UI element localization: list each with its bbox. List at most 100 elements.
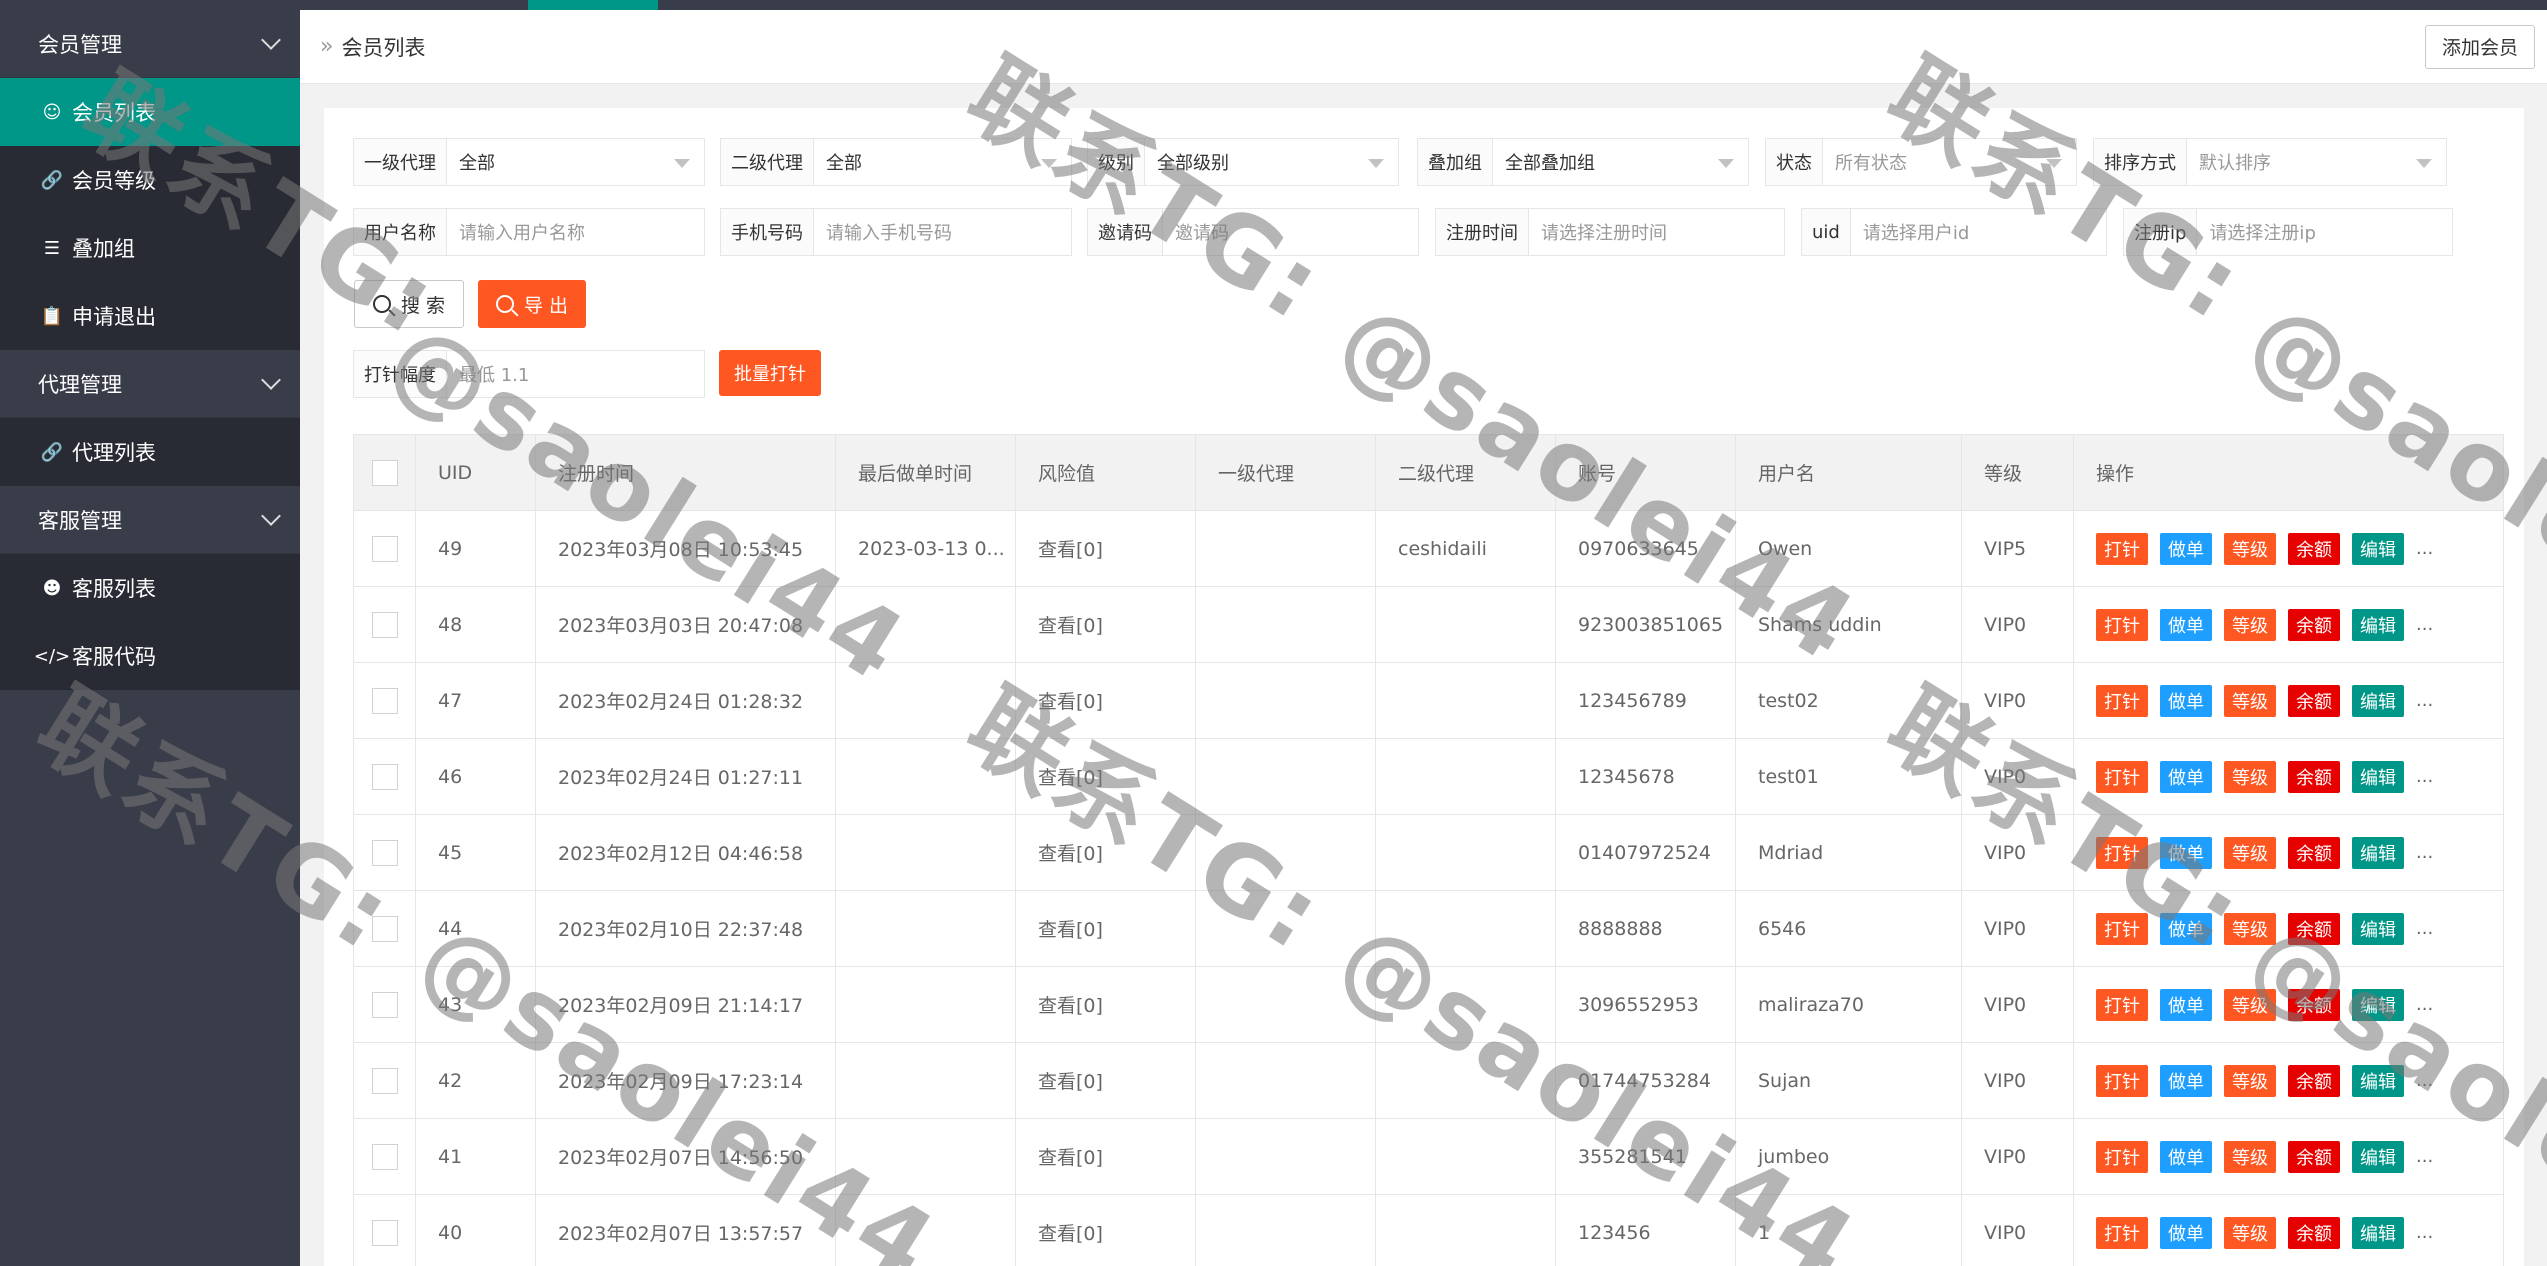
inject-button[interactable]: 打针 (2096, 684, 2148, 717)
risk-link[interactable]: 查看[0] (1015, 1042, 1196, 1119)
status-select[interactable]: 状态 所有状态 (1765, 138, 2077, 186)
order-button[interactable]: 做单 (2160, 760, 2212, 793)
balance-button[interactable]: 余额 (2288, 760, 2340, 793)
level-button[interactable]: 等级 (2224, 760, 2276, 793)
balance-button[interactable]: 余额 (2288, 1064, 2340, 1097)
batch-inject-button[interactable]: 批量打针 (719, 350, 821, 396)
balance-button[interactable]: 余额 (2288, 532, 2340, 565)
more-actions[interactable]: ... (2416, 538, 2433, 559)
order-button[interactable]: 做单 (2160, 1216, 2212, 1249)
sidebar-item-agent-list[interactable]: 🔗 代理列表 (0, 418, 300, 486)
edit-button[interactable]: 编辑 (2352, 1064, 2404, 1097)
inject-button[interactable]: 打针 (2096, 760, 2148, 793)
row-checkbox[interactable] (371, 611, 398, 638)
row-checkbox[interactable] (371, 839, 398, 866)
level-button[interactable]: 等级 (2224, 1064, 2276, 1097)
balance-button[interactable]: 余额 (2288, 988, 2340, 1021)
row-checkbox[interactable] (371, 1067, 398, 1094)
edit-button[interactable]: 编辑 (2352, 532, 2404, 565)
order-button[interactable]: 做单 (2160, 532, 2212, 565)
balance-button[interactable]: 余额 (2288, 1140, 2340, 1173)
balance-button[interactable]: 余额 (2288, 1216, 2340, 1249)
order-button[interactable]: 做单 (2160, 912, 2212, 945)
inject-button[interactable]: 打针 (2096, 608, 2148, 641)
inject-button[interactable]: 打针 (2096, 836, 2148, 869)
more-actions[interactable]: ... (2416, 1222, 2433, 1243)
inject-button[interactable]: 打针 (2096, 1216, 2148, 1249)
level-button[interactable]: 等级 (2224, 684, 2276, 717)
row-checkbox[interactable] (371, 687, 398, 714)
order-button[interactable]: 做单 (2160, 684, 2212, 717)
balance-button[interactable]: 余额 (2288, 608, 2340, 641)
order-button[interactable]: 做单 (2160, 1140, 2212, 1173)
uid-input[interactable]: uid 请选择用户id (1801, 208, 2107, 256)
risk-link[interactable]: 查看[0] (1015, 966, 1196, 1043)
sidebar-item-exit-requests[interactable]: 📋 申请退出 (0, 282, 300, 350)
risk-link[interactable]: 查看[0] (1015, 890, 1196, 967)
balance-button[interactable]: 余额 (2288, 684, 2340, 717)
inject-button[interactable]: 打针 (2096, 988, 2148, 1021)
invite-code-input[interactable]: 邀请码 邀请码 (1087, 208, 1419, 256)
level1-agent-select[interactable]: 一级代理 全部 (353, 138, 705, 186)
stack-group-select[interactable]: 叠加组 全部叠加组 (1417, 138, 1749, 186)
export-button[interactable]: 导 出 (478, 280, 586, 328)
more-actions[interactable]: ... (2416, 918, 2433, 939)
more-actions[interactable]: ... (2416, 994, 2433, 1015)
row-checkbox[interactable] (371, 535, 398, 562)
order-button[interactable]: 做单 (2160, 836, 2212, 869)
level2-agent-select[interactable]: 二级代理 全部 (720, 138, 1072, 186)
level-button[interactable]: 等级 (2224, 836, 2276, 869)
edit-button[interactable]: 编辑 (2352, 988, 2404, 1021)
risk-link[interactable]: 查看[0] (1015, 586, 1196, 663)
row-checkbox[interactable] (371, 915, 398, 942)
sort-select[interactable]: 排序方式 默认排序 (2093, 138, 2447, 186)
order-button[interactable]: 做单 (2160, 608, 2212, 641)
inject-button[interactable]: 打针 (2096, 1064, 2148, 1097)
level-button[interactable]: 等级 (2224, 608, 2276, 641)
more-actions[interactable]: ... (2416, 766, 2433, 787)
more-actions[interactable]: ... (2416, 842, 2433, 863)
order-button[interactable]: 做单 (2160, 988, 2212, 1021)
inject-amount-input[interactable]: 打针幅度 最低 1.1 (353, 350, 705, 398)
sidebar-item-stack-group[interactable]: ☰ 叠加组 (0, 214, 300, 282)
level-button[interactable]: 等级 (2224, 1140, 2276, 1173)
level-button[interactable]: 等级 (2224, 912, 2276, 945)
sidebar-item-member-list[interactable]: ☺ 会员列表 (0, 78, 300, 146)
risk-link[interactable]: 查看[0] (1015, 510, 1196, 587)
risk-link[interactable]: 查看[0] (1015, 814, 1196, 891)
row-checkbox[interactable] (371, 763, 398, 790)
risk-link[interactable]: 查看[0] (1015, 1194, 1196, 1266)
edit-button[interactable]: 编辑 (2352, 608, 2404, 641)
edit-button[interactable]: 编辑 (2352, 1216, 2404, 1249)
register-time-input[interactable]: 注册时间 请选择注册时间 (1435, 208, 1785, 256)
inject-button[interactable]: 打针 (2096, 1140, 2148, 1173)
risk-link[interactable]: 查看[0] (1015, 738, 1196, 815)
balance-button[interactable]: 余额 (2288, 836, 2340, 869)
order-button[interactable]: 做单 (2160, 1064, 2212, 1097)
more-actions[interactable]: ... (2416, 614, 2433, 635)
select-all-checkbox[interactable] (371, 459, 398, 486)
username-input[interactable]: 用户名称 请输入用户名称 (353, 208, 705, 256)
sidebar-group-members[interactable]: 会员管理 (0, 10, 300, 78)
sidebar-item-member-levels[interactable]: 🔗 会员等级 (0, 146, 300, 214)
edit-button[interactable]: 编辑 (2352, 836, 2404, 869)
edit-button[interactable]: 编辑 (2352, 760, 2404, 793)
row-checkbox[interactable] (371, 991, 398, 1018)
row-checkbox[interactable] (371, 1143, 398, 1170)
row-checkbox[interactable] (371, 1219, 398, 1246)
more-actions[interactable]: ... (2416, 1070, 2433, 1091)
add-member-button[interactable]: 添加会员 (2424, 24, 2535, 69)
inject-button[interactable]: 打针 (2096, 912, 2148, 945)
more-actions[interactable]: ... (2416, 690, 2433, 711)
register-ip-input[interactable]: 注册ip 请选择注册ip (2123, 208, 2453, 256)
edit-button[interactable]: 编辑 (2352, 1140, 2404, 1173)
inject-button[interactable]: 打针 (2096, 532, 2148, 565)
risk-link[interactable]: 查看[0] (1015, 662, 1196, 739)
level-button[interactable]: 等级 (2224, 1216, 2276, 1249)
edit-button[interactable]: 编辑 (2352, 684, 2404, 717)
level-button[interactable]: 等级 (2224, 532, 2276, 565)
balance-button[interactable]: 余额 (2288, 912, 2340, 945)
sidebar-group-agents[interactable]: 代理管理 (0, 350, 300, 418)
edit-button[interactable]: 编辑 (2352, 912, 2404, 945)
sidebar-group-support[interactable]: 客服管理 (0, 486, 300, 554)
